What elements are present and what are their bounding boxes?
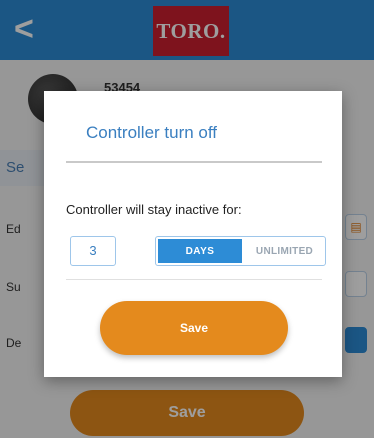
content-divider <box>66 279 322 280</box>
toggle-days-option[interactable]: DAYS <box>158 239 242 263</box>
inactive-duration-label: Controller will stay inactive for: <box>66 202 242 217</box>
controller-turn-off-dialog: Controller turn off Controller will stay… <box>44 91 342 377</box>
dialog-title: Controller turn off <box>86 123 218 142</box>
days-count-input[interactable]: 3 <box>70 236 116 266</box>
title-divider <box>66 161 322 163</box>
dialog-save-button[interactable]: Save <box>100 301 288 355</box>
toggle-unlimited-option[interactable]: UNLIMITED <box>244 237 325 265</box>
duration-mode-toggle: DAYS UNLIMITED <box>155 236 326 266</box>
